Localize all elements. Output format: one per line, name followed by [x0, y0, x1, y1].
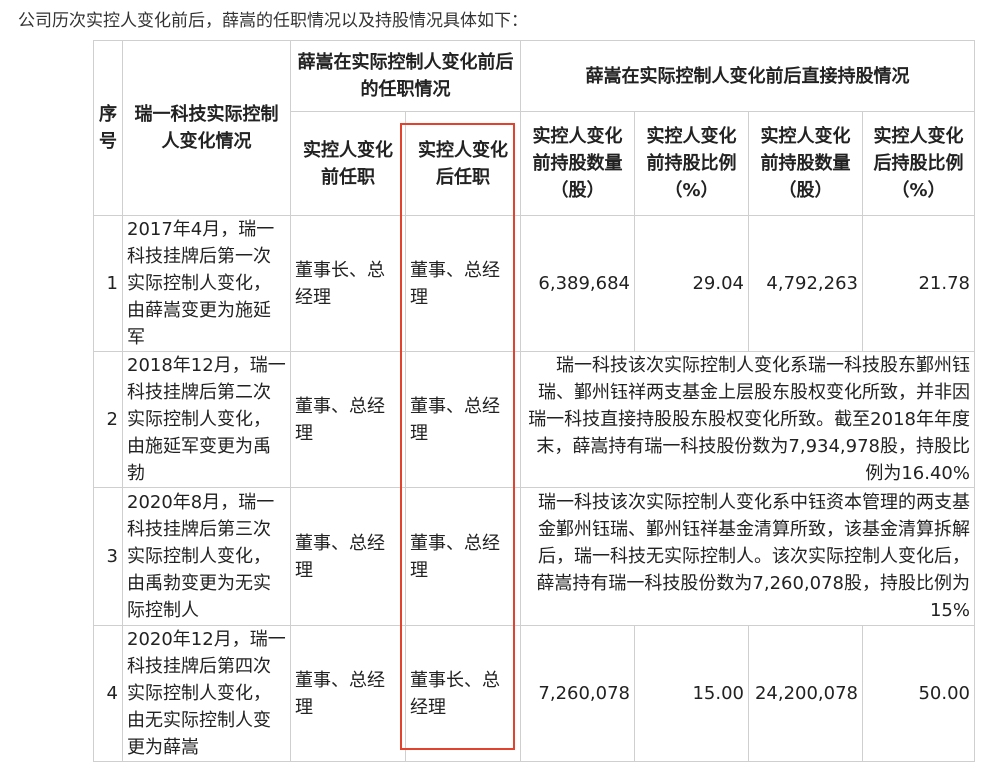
intro-text: 公司历次实控人变化前后，薛嵩的任职情况以及持股情况具体如下：	[18, 11, 528, 31]
row-seq: 3	[93, 487, 123, 626]
row-holding-note: 瑞一科技该次实际控制人变化系瑞一科技股东鄞州钰瑞、鄞州钰祥两支基金上层股东股权变…	[520, 351, 975, 488]
table-row: 1 2017年4月，瑞一科技挂牌后第一次实际控制人变化，由薛嵩变更为施延军 董事…	[93, 215, 975, 352]
table-row: 2 2018年12月，瑞一科技挂牌后第二次实际控制人变化，由施延军变更为禹勃 董…	[93, 351, 975, 488]
holding-table: 序号 瑞一科技实际控制人变化情况 薛嵩在实际控制人变化前后的任职情况 薛嵩在实际…	[93, 40, 975, 762]
row-pos-before: 董事、总经理	[290, 351, 406, 488]
header-pos-before: 实控人变化前任职	[290, 111, 406, 216]
row-pos-after: 董事、总经理	[405, 215, 521, 352]
row-change: 2018年12月，瑞一科技挂牌后第二次实际控制人变化，由施延军变更为禹勃	[122, 351, 291, 488]
row-ratio-before: 29.04	[634, 215, 749, 352]
row-qty-before: 7,260,078	[520, 625, 635, 762]
header-qty-after: 实控人变化前持股数量（股）	[748, 111, 863, 216]
header-holding-group: 薛嵩在实际控制人变化前后直接持股情况	[520, 40, 975, 112]
row-change: 2017年4月，瑞一科技挂牌后第一次实际控制人变化，由薛嵩变更为施延军	[122, 215, 291, 352]
row-ratio-after: 21.78	[862, 215, 975, 352]
row-holding-note: 瑞一科技该次实际控制人变化系中钰资本管理的两支基金鄞州钰瑞、鄞州钰祥基金清算所致…	[520, 487, 975, 626]
row-ratio-after: 50.00	[862, 625, 975, 762]
header-change: 瑞一科技实际控制人变化情况	[122, 40, 291, 216]
row-pos-before: 董事、总经理	[290, 487, 406, 626]
row-pos-after: 董事、总经理	[405, 487, 521, 626]
row-change: 2020年12月，瑞一科技挂牌后第四次实际控制人变化，由无实际控制人变更为薛嵩	[122, 625, 291, 762]
header-seq: 序号	[93, 40, 123, 216]
header-position-group: 薛嵩在实际控制人变化前后的任职情况	[290, 40, 521, 112]
row-seq: 4	[93, 625, 123, 762]
row-seq: 1	[93, 215, 123, 352]
row-qty-before: 6,389,684	[520, 215, 635, 352]
row-pos-after: 董事长、总经理	[405, 625, 521, 762]
header-ratio-after: 实控人变化后持股比例（%）	[862, 111, 975, 216]
row-qty-after: 24,200,078	[748, 625, 863, 762]
row-ratio-before: 15.00	[634, 625, 749, 762]
header-pos-after: 实控人变化后任职	[405, 111, 521, 216]
header-row-1: 序号 瑞一科技实际控制人变化情况 薛嵩在实际控制人变化前后的任职情况 薛嵩在实际…	[93, 40, 975, 216]
row-pos-before: 董事长、总经理	[290, 215, 406, 352]
row-pos-before: 董事、总经理	[290, 625, 406, 762]
table-row: 3 2020年8月，瑞一科技挂牌后第三次实际控制人变化，由禹勃变更为无实际控制人…	[93, 487, 975, 626]
header-qty-before: 实控人变化前持股数量（股）	[520, 111, 635, 216]
row-pos-after: 董事、总经理	[405, 351, 521, 488]
header-ratio-before: 实控人变化前持股比例（%）	[634, 111, 749, 216]
row-seq: 2	[93, 351, 123, 488]
table-row: 4 2020年12月，瑞一科技挂牌后第四次实际控制人变化，由无实际控制人变更为薛…	[93, 625, 975, 762]
row-qty-after: 4,792,263	[748, 215, 863, 352]
row-change: 2020年8月，瑞一科技挂牌后第三次实际控制人变化，由禹勃变更为无实际控制人	[122, 487, 291, 626]
